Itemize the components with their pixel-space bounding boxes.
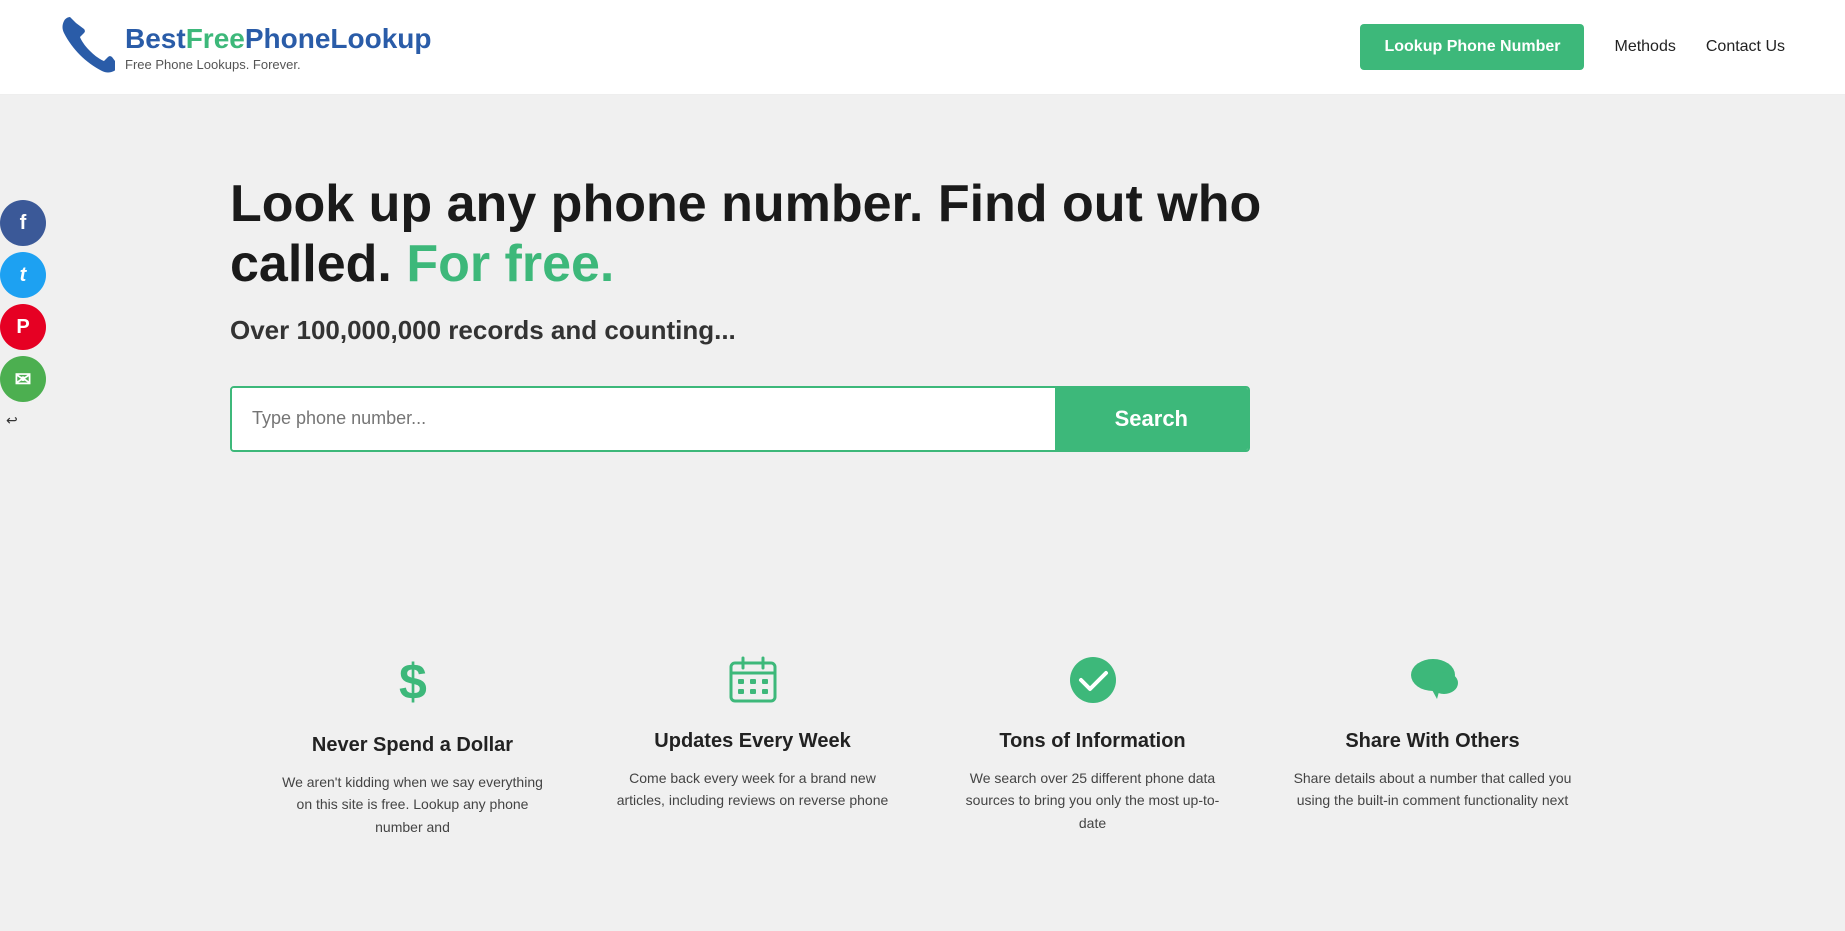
- social-sidebar: f t P ✉ ↩: [0, 200, 46, 429]
- twitter-button[interactable]: t: [0, 252, 46, 298]
- feature-title-2: Tons of Information: [999, 730, 1185, 753]
- pinterest-button[interactable]: P: [0, 304, 46, 350]
- feature-desc-0: We aren't kidding when we say everything…: [273, 771, 553, 838]
- search-input[interactable]: [232, 388, 1055, 450]
- contact-us-link[interactable]: Contact Us: [1706, 38, 1785, 56]
- phone-icon: [60, 13, 115, 82]
- feature-col-2: Tons of Information We search over 25 dif…: [923, 655, 1263, 838]
- twitter-icon: t: [20, 264, 27, 287]
- search-bar: Search: [230, 386, 1250, 452]
- facebook-icon: f: [20, 212, 27, 235]
- feature-col-1: Updates Every Week Come back every week f…: [583, 655, 923, 838]
- feature-title-1: Updates Every Week: [654, 730, 850, 753]
- search-button[interactable]: Search: [1055, 388, 1248, 450]
- svg-text:$: $: [399, 655, 427, 709]
- feature-icon-2: [1068, 655, 1118, 714]
- feature-icon-1: [728, 655, 778, 714]
- logo-text: BestFreePhoneLookup Free Phone Lookups. …: [125, 23, 432, 72]
- feature-desc-1: Come back every week for a brand new art…: [613, 767, 893, 812]
- logo-title: BestFreePhoneLookup: [125, 23, 432, 55]
- feature-desc-2: We search over 25 different phone data s…: [953, 767, 1233, 834]
- feature-col-0: $ Never Spend a Dollar We aren't kidding …: [243, 655, 583, 838]
- hero-section: Look up any phone number. Find out who c…: [0, 95, 1845, 595]
- pinterest-icon: P: [16, 316, 29, 339]
- feature-desc-3: Share details about a number that called…: [1293, 767, 1573, 812]
- lookup-phone-number-button[interactable]: Lookup Phone Number: [1360, 24, 1584, 70]
- collapse-arrow[interactable]: ↩: [0, 412, 46, 429]
- feature-col-3: Share With Others Share details about a n…: [1263, 655, 1603, 838]
- feature-icon-3: [1407, 655, 1459, 714]
- email-button[interactable]: ✉: [0, 356, 46, 402]
- feature-title-0: Never Spend a Dollar: [312, 734, 513, 757]
- hero-title: Look up any phone number. Find out who c…: [230, 175, 1280, 295]
- email-icon: ✉: [15, 367, 32, 392]
- facebook-button[interactable]: f: [0, 200, 46, 246]
- logo-subtitle: Free Phone Lookups. Forever.: [125, 57, 432, 72]
- methods-link[interactable]: Methods: [1614, 38, 1675, 56]
- header: BestFreePhoneLookup Free Phone Lookups. …: [0, 0, 1845, 95]
- feature-icon-0: $: [391, 655, 435, 718]
- feature-title-3: Share With Others: [1345, 730, 1519, 753]
- hero-subtitle: Over 100,000,000 records and counting...: [230, 315, 1785, 346]
- logo-area: BestFreePhoneLookup Free Phone Lookups. …: [60, 13, 432, 82]
- features-section: $ Never Spend a Dollar We aren't kidding …: [0, 595, 1845, 878]
- nav: Lookup Phone Number Methods Contact Us: [1360, 24, 1785, 70]
